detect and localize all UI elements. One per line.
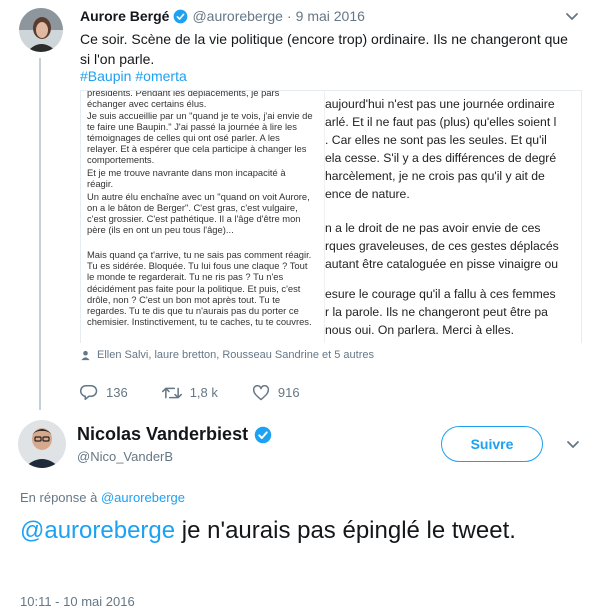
person-tag-icon bbox=[81, 350, 90, 360]
tweet2-author: Nicolas Vanderbiest bbox=[77, 424, 272, 445]
chevron-down-icon[interactable] bbox=[566, 440, 580, 450]
media-text-line: autant être cataloguée en pisse vinaigre… bbox=[325, 257, 559, 271]
media-text-line: . Car elles ne sont pas les seules. Et q… bbox=[325, 133, 547, 147]
author-handle[interactable]: @Nico_VanderB bbox=[77, 449, 173, 464]
reply-count: 136 bbox=[106, 385, 128, 400]
media-text-line: ence de nature. bbox=[325, 187, 410, 201]
avatar-nicolas-vanderbiest[interactable] bbox=[18, 420, 66, 468]
avatar-aurore-berge[interactable] bbox=[19, 8, 63, 52]
media-text-line: échanger avec certains élus. bbox=[87, 98, 207, 109]
thread-connector-line bbox=[39, 58, 41, 410]
follow-button[interactable]: Suivre bbox=[441, 426, 543, 462]
media-text-line: nous oui. On parlera. Merci à elles. bbox=[325, 323, 514, 337]
media-text-line: père (ils en ont un peu tous l'âge)... bbox=[87, 224, 234, 235]
avatar-photo-icon bbox=[18, 420, 66, 468]
verified-badge-icon bbox=[254, 426, 272, 443]
media-text-line: réagir. bbox=[87, 178, 114, 189]
media-text-line: aujourd'hui n'est pas une journée ordina… bbox=[325, 97, 555, 111]
author-name[interactable]: Aurore Bergé bbox=[80, 8, 169, 24]
reply-to-handle-link[interactable]: @auroreberge bbox=[101, 490, 185, 505]
verified-badge-icon bbox=[174, 9, 188, 23]
author-handle[interactable]: @auroreberge bbox=[192, 8, 283, 24]
media-text-line: chemisier. Instinctivement, tu te caches… bbox=[87, 316, 312, 327]
tagged-people[interactable]: Ellen Salvi, laure bretton, Rousseau San… bbox=[80, 349, 374, 361]
media-text-line: comportements. bbox=[87, 154, 155, 165]
retweet-count: 1,8 k bbox=[189, 385, 218, 400]
tweet1-media-image[interactable]: présidents. Pendant les déplacements, je… bbox=[80, 90, 582, 343]
reply-button[interactable]: 136 bbox=[80, 384, 128, 401]
mention-link[interactable]: @auroreberge bbox=[20, 517, 175, 544]
tweet1-actions: 136 1,8 k 916 bbox=[80, 384, 334, 401]
media-text-line: esure le courage qu'il a fallu à ces fem… bbox=[325, 287, 556, 301]
like-count: 916 bbox=[277, 385, 300, 400]
reply-prefix: En réponse à bbox=[20, 490, 98, 505]
media-right-page: aujourd'hui n'est pas une journée ordina… bbox=[324, 91, 581, 343]
author-name[interactable]: Nicolas Vanderbiest bbox=[77, 424, 248, 445]
media-text-line: rques graveleuses, de ces gestes déplacé… bbox=[325, 239, 559, 253]
media-text-line: Et je me trouve navrante dans mon incapa… bbox=[87, 167, 286, 178]
media-text-line: harcèlement, je ne crois pas qu'il y ait… bbox=[325, 169, 545, 183]
tweet-date[interactable]: 9 mai 2016 bbox=[296, 8, 365, 24]
media-text-line: ela cesse. S'il y a des différences de d… bbox=[325, 151, 557, 165]
media-text-line: le monde te regarderait. Tu ne ris pas ?… bbox=[87, 271, 284, 282]
header-separator: · bbox=[286, 8, 292, 24]
hashtag-link[interactable]: #omerta bbox=[135, 68, 186, 84]
hashtag-link[interactable]: #Baupin bbox=[80, 68, 131, 84]
tweet1-text: Ce soir. Scène de la vie politique (enco… bbox=[80, 31, 568, 67]
retweet-button[interactable]: 1,8 k bbox=[161, 385, 218, 401]
retweet-icon bbox=[161, 387, 182, 398]
media-left-page: présidents. Pendant les déplacements, je… bbox=[81, 91, 321, 343]
tweet1-header: Aurore Bergé @auroreberge · 9 mai 2016 bbox=[80, 8, 365, 24]
like-button[interactable]: 916 bbox=[252, 384, 300, 401]
reply-context: En réponse à @auroreberge bbox=[20, 490, 185, 505]
avatar-photo-icon bbox=[19, 8, 63, 52]
media-text-line: r la parole. Ils ne changeront peut être… bbox=[325, 305, 548, 319]
media-text-line: n a le droit de ne pas avoir envie de ce… bbox=[325, 221, 541, 235]
media-text-line: arlé. Et il ne faut pas (plus) qu'elles … bbox=[325, 115, 557, 129]
heart-icon bbox=[252, 384, 269, 400]
chevron-down-icon[interactable] bbox=[565, 12, 579, 22]
tweet2-body: je n'aurais pas épinglé le tweet. bbox=[175, 517, 516, 544]
reply-icon bbox=[80, 384, 98, 400]
tweet1-hashtags: #Baupin #omerta bbox=[80, 68, 191, 84]
tagged-people-text: Ellen Salvi, laure bretton, Rousseau San… bbox=[97, 349, 374, 361]
tweet2-timestamp[interactable]: 10:11 - 10 mai 2016 bbox=[20, 594, 135, 609]
tweet2-text: @auroreberge je n'aurais pas épinglé le … bbox=[20, 515, 560, 547]
